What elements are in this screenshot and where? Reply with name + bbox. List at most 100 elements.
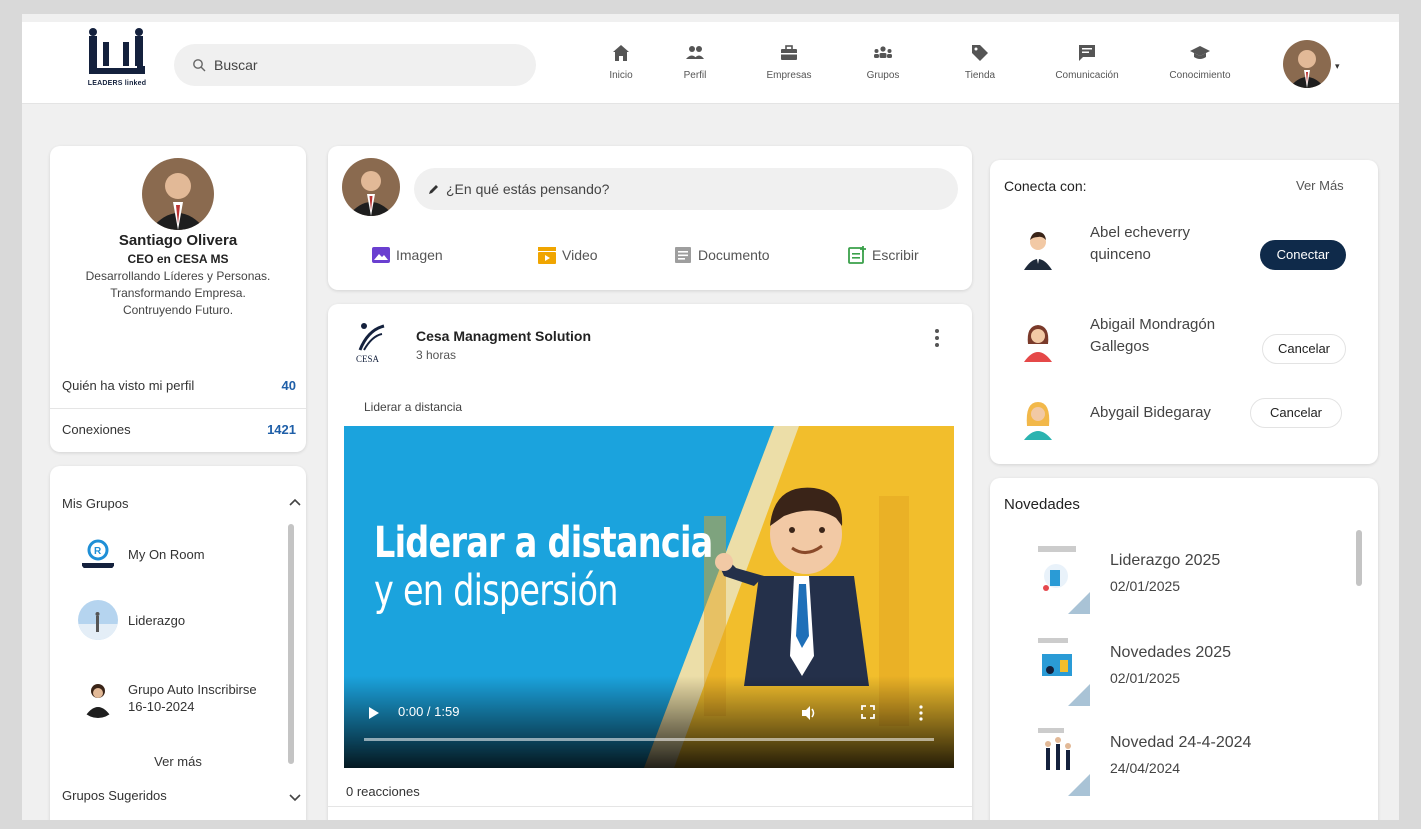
profile-card: Santiago Olivera CEO en CESA MS Desarrol… <box>50 146 306 452</box>
nav-tienda[interactable]: Tienda <box>935 42 1025 98</box>
see-more-groups-link[interactable]: Ver más <box>50 754 306 769</box>
search-bar[interactable]: Buscar <box>174 44 536 86</box>
suggestion-row: Abigail Mondragón Gallegos Cancelar <box>1020 314 1366 374</box>
avatar[interactable] <box>1020 228 1056 272</box>
profile-title: CEO en CESA MS <box>127 252 229 266</box>
more-vertical-icon[interactable] <box>918 704 924 722</box>
news-item[interactable]: Liderazgo 2025 02/01/2025 <box>1030 542 1350 622</box>
avatar[interactable] <box>1020 398 1056 442</box>
news-item-date: 02/01/2025 <box>1110 670 1181 686</box>
connect-button[interactable]: Conectar <box>1260 240 1346 270</box>
profile-avatar[interactable] <box>142 158 214 230</box>
nav-perfil[interactable]: Perfil <box>650 42 740 98</box>
document-icon <box>675 247 691 263</box>
composer-video-button[interactable]: Video <box>536 244 598 266</box>
group-item[interactable]: Liderazgo <box>78 596 288 644</box>
divider <box>328 806 972 807</box>
cancel-button[interactable]: Cancelar <box>1262 334 1346 364</box>
group-name: Liderazgo <box>128 612 186 628</box>
suggestion-name[interactable]: Abygail Bidegaray <box>1090 402 1260 424</box>
composer-image-button[interactable]: Imagen <box>370 244 443 266</box>
suggested-groups-title[interactable]: Grupos Sugeridos <box>62 788 167 803</box>
logo-text: LEADERS linked <box>87 80 147 87</box>
nav-label: Tienda <box>964 70 996 81</box>
profile-name[interactable]: Santiago Olivera <box>50 232 306 249</box>
reactions-count[interactable]: 0 reacciones <box>346 784 420 799</box>
suggestion-name[interactable]: Abel echeverry quinceno <box>1090 222 1250 266</box>
composer-action-label: Documento <box>698 247 770 263</box>
group-item[interactable]: Grupo Auto Inscribirse 16-10-2024 <box>78 666 288 730</box>
news-item-title: Novedades 2025 <box>1110 644 1231 661</box>
post-composer: ¿En qué estás pensando? Imagen Video Doc… <box>328 146 972 290</box>
composer-action-label: Video <box>562 247 598 263</box>
news-item[interactable]: Novedad 24-4-2024 24/04/2024 <box>1030 724 1350 804</box>
connect-see-more-link[interactable]: Ver Más <box>1296 178 1344 193</box>
news-thumbnail <box>1034 724 1090 796</box>
fullscreen-icon[interactable] <box>860 704 876 720</box>
briefcase-icon <box>781 45 797 60</box>
nav-conocimiento[interactable]: Conocimiento <box>1155 42 1245 98</box>
play-icon[interactable] <box>368 706 380 720</box>
cesa-logo[interactable]: CESA <box>354 320 398 364</box>
profile-views-count: 40 <box>281 378 296 393</box>
nav-empresas[interactable]: Empresas <box>744 42 834 98</box>
suggestion-row: Abel echeverry quinceno Conectar <box>1020 222 1366 282</box>
nav-label: Comunicación <box>1055 70 1119 81</box>
video-title-line2: y en dispersión <box>374 566 619 616</box>
news-item-title: Novedad 24-4-2024 <box>1110 734 1252 751</box>
tag-icon <box>972 45 988 61</box>
feed-post: CESA Cesa Managment Solution 3 horas Lid… <box>328 304 972 820</box>
news-title: Novedades <box>1004 496 1080 513</box>
composer-action-label: Imagen <box>396 247 443 263</box>
cesa-logo-text: CESA <box>356 354 380 364</box>
news-scrollbar[interactable] <box>1356 530 1362 586</box>
connections-count: 1421 <box>267 422 296 437</box>
nav-label: Empresas <box>766 70 812 81</box>
video-controls: 0:00 / 1:59 <box>344 676 954 768</box>
group-item[interactable]: R My On Room <box>78 530 288 578</box>
composer-input[interactable]: ¿En qué estás pensando? <box>414 168 958 210</box>
more-vertical-icon[interactable] <box>932 326 942 350</box>
video-progress-bar[interactable] <box>364 738 934 741</box>
group-thumb: R <box>78 534 118 574</box>
composer-action-label: Escribir <box>872 247 919 263</box>
group-name: My On Room <box>128 546 205 562</box>
composer-document-button[interactable]: Documento <box>672 244 770 266</box>
chevron-down-icon[interactable]: ▾ <box>1335 61 1340 72</box>
nav-grupos[interactable]: Grupos <box>838 42 928 98</box>
search-input[interactable]: Buscar <box>214 57 258 73</box>
post-author[interactable]: Cesa Managment Solution <box>416 328 591 344</box>
suggestion-name[interactable]: Abigail Mondragón Gallegos <box>1090 314 1260 358</box>
nav-label: Grupos <box>866 70 900 81</box>
news-thumbnail <box>1034 542 1090 614</box>
people-icon <box>686 46 704 59</box>
search-icon <box>193 59 206 72</box>
video-time: 0:00 / 1:59 <box>398 704 460 719</box>
video-player[interactable]: Liderar a distancia y en dispersión 0:00… <box>344 426 954 768</box>
avatar[interactable] <box>1020 320 1056 364</box>
leaders-linked-logo[interactable]: LEADERS linked <box>77 28 157 96</box>
groups-scrollbar[interactable] <box>288 524 294 764</box>
top-navbar: LEADERS linked Buscar Inicio Perfil Empr… <box>22 22 1399 104</box>
composer-write-button[interactable]: Escribir <box>846 244 919 266</box>
nav-comunicacion[interactable]: Comunicación <box>1042 42 1132 98</box>
chevron-up-icon[interactable] <box>288 496 302 510</box>
news-item-date: 24/04/2024 <box>1110 760 1181 776</box>
post-time: 3 horas <box>416 348 457 362</box>
group-thumb <box>78 678 118 718</box>
divider <box>50 408 306 409</box>
group-name: Grupo Auto Inscribirse 16-10-2024 <box>128 682 257 714</box>
group-thumb <box>78 600 118 640</box>
news-item[interactable]: Novedades 2025 02/01/2025 <box>1030 634 1350 714</box>
profile-views-row[interactable]: Quién ha visto mi perfil 40 <box>62 378 296 393</box>
volume-icon[interactable] <box>800 704 818 722</box>
profile-views-label: Quién ha visto mi perfil <box>62 378 195 393</box>
cancel-button[interactable]: Cancelar <box>1250 398 1342 428</box>
nav-label: Conocimiento <box>1169 70 1231 81</box>
svg-text:R: R <box>94 546 102 557</box>
connections-row[interactable]: Conexiones 1421 <box>62 422 296 437</box>
user-avatar[interactable] <box>1283 40 1331 88</box>
chevron-down-icon[interactable] <box>288 790 302 804</box>
groups-card: Mis Grupos R My On Room Liderazgo Grupo … <box>50 466 306 820</box>
connect-title: Conecta con: <box>1004 178 1087 194</box>
